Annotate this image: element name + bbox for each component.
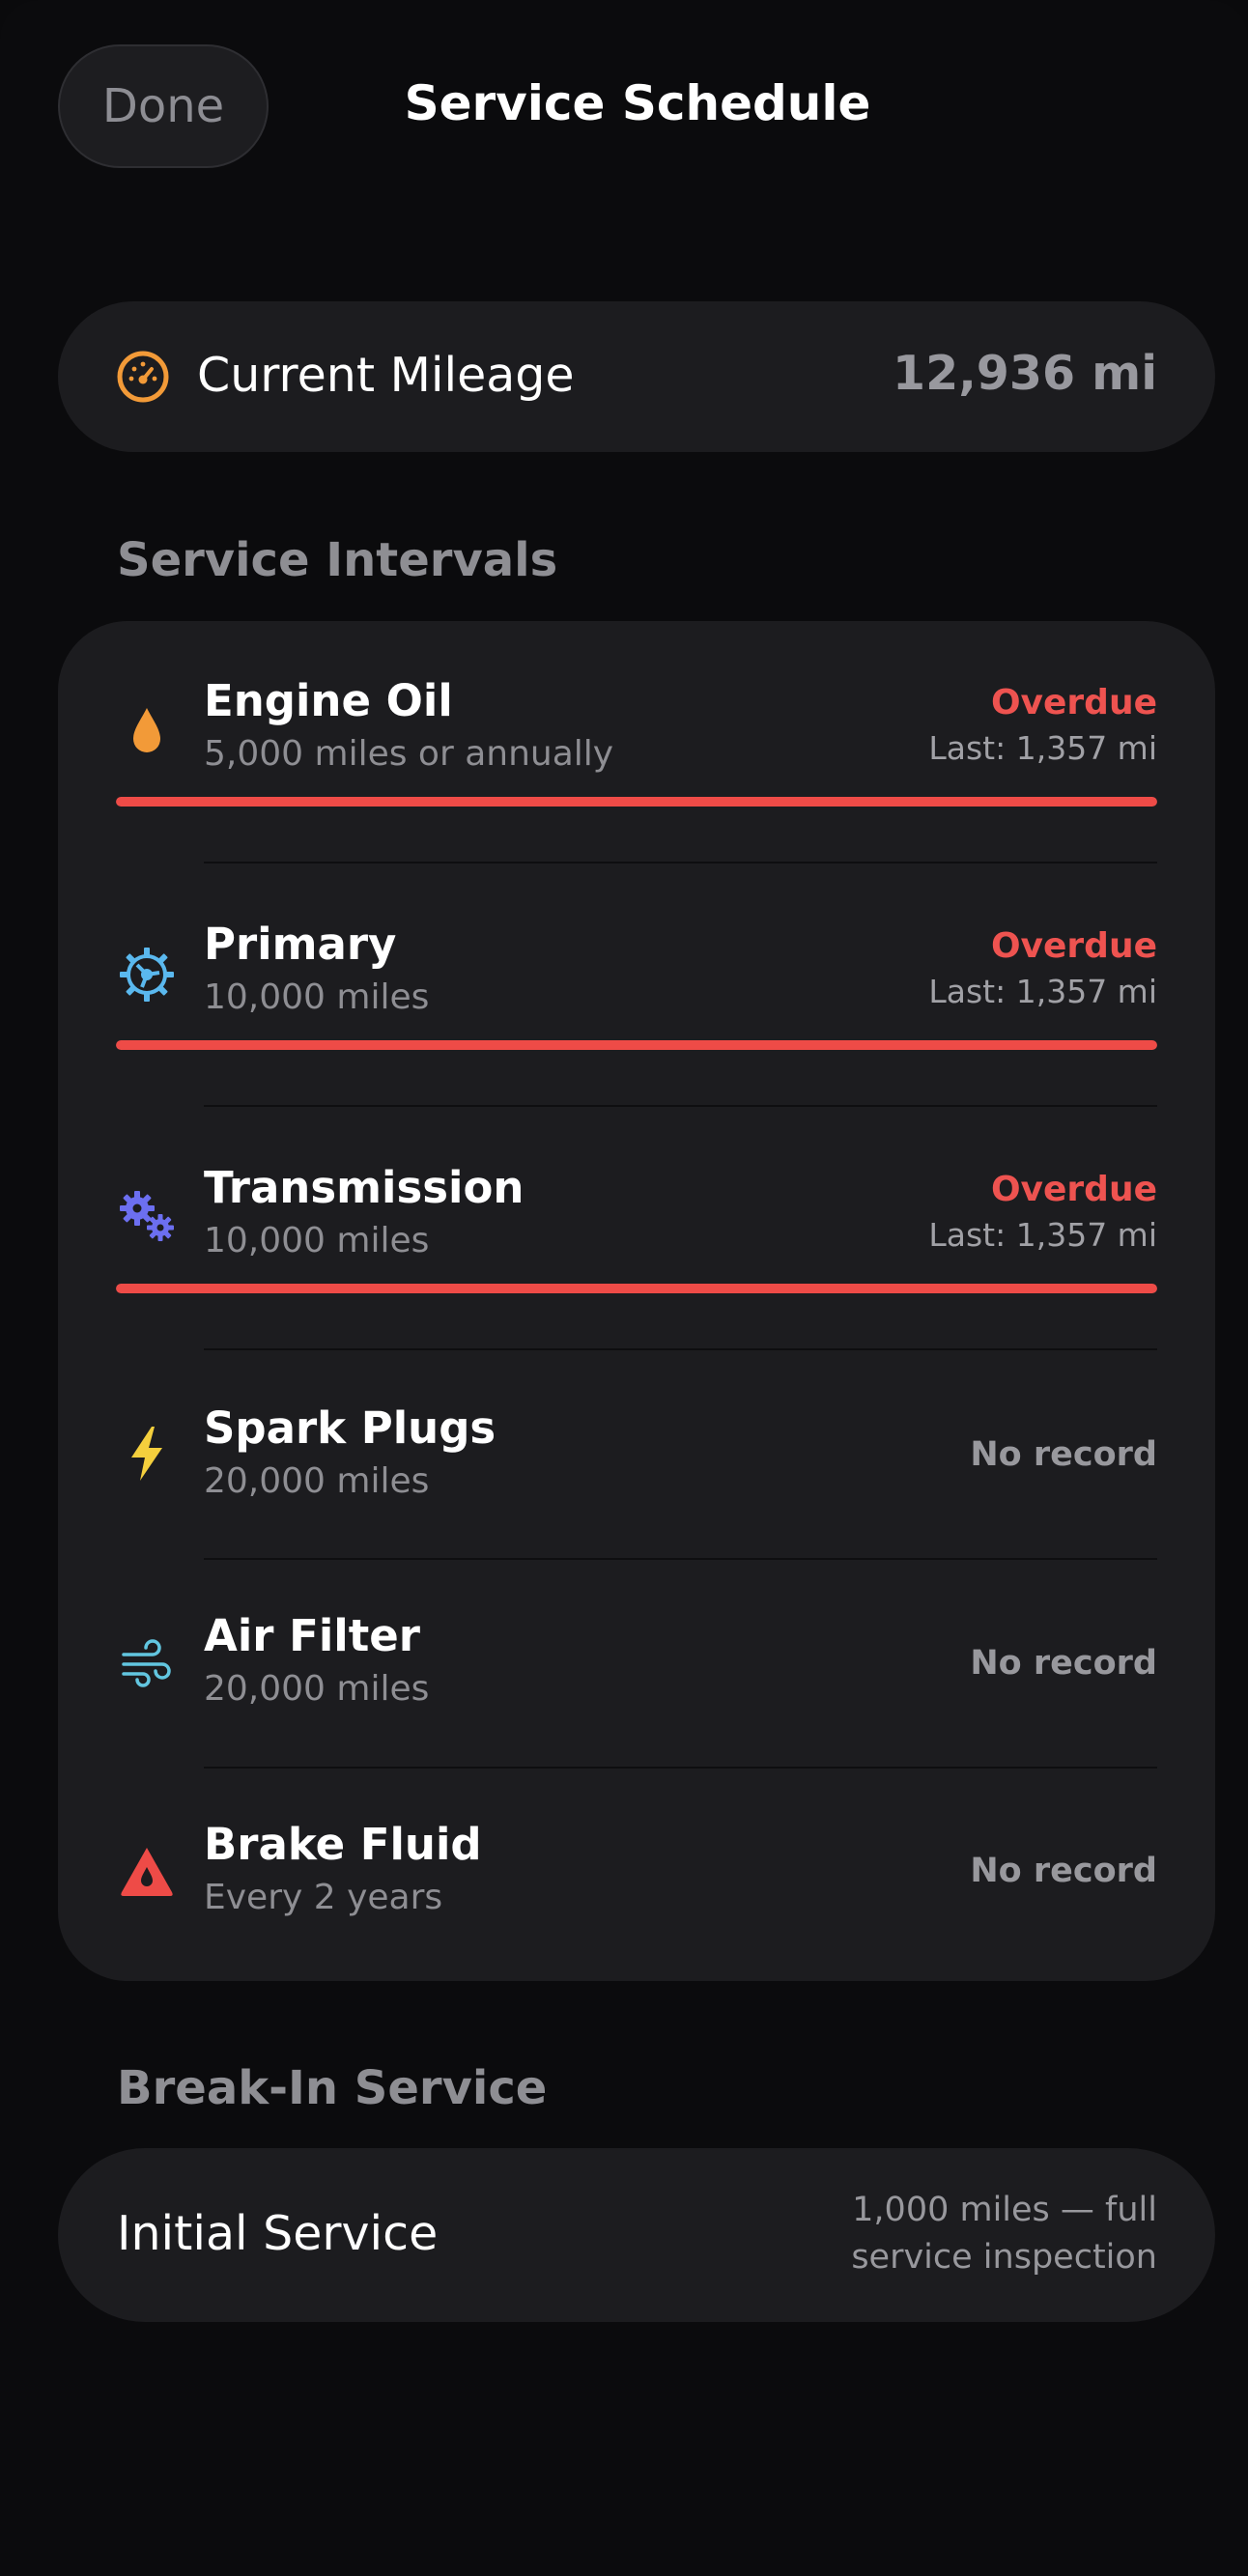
oil-drop-icon <box>116 700 178 762</box>
sprocket-icon <box>116 944 178 1005</box>
service-row-air-filter[interactable]: Air Filter 20,000 miles No record <box>58 1560 1215 1769</box>
lightning-bolt-icon <box>116 1423 178 1485</box>
service-progress-bar <box>116 797 1157 807</box>
last-service-mileage: Last: 1,357 mi <box>928 1216 1157 1254</box>
service-title: Brake Fluid <box>204 1819 482 1870</box>
initial-service-detail: 1,000 miles — full service inspection <box>851 2191 1157 2277</box>
current-mileage-label: Current Mileage <box>197 348 575 403</box>
current-mileage-value: 12,936 mi <box>893 346 1157 401</box>
service-progress-fill <box>116 1284 1157 1293</box>
page-title: Service Schedule <box>404 75 871 131</box>
status-badge: Overdue <box>990 683 1157 722</box>
service-title: Spark Plugs <box>204 1402 496 1454</box>
initial-service-label: Initial Service <box>117 2206 439 2261</box>
service-progress-fill <box>116 1040 1157 1050</box>
service-interval: 5,000 miles or annually <box>204 734 614 774</box>
service-row-engine-oil[interactable]: Engine Oil 5,000 miles or annually Overd… <box>58 621 1215 864</box>
service-intervals-card: Engine Oil 5,000 miles or annually Overd… <box>58 621 1215 1981</box>
status-badge: Overdue <box>990 926 1157 966</box>
service-title: Primary <box>204 919 397 970</box>
service-schedule-sheet: Done Service Schedule Current Mileage 12… <box>0 0 1248 2576</box>
wind-icon <box>116 1633 178 1695</box>
gauge-icon <box>116 350 170 404</box>
service-interval: Every 2 years <box>204 1878 443 1917</box>
status-badge: No record <box>970 1852 1157 1890</box>
service-title: Air Filter <box>204 1610 420 1661</box>
current-mileage-card: Current Mileage 12,936 mi <box>58 301 1215 452</box>
row-divider <box>204 862 1157 863</box>
initial-service-card[interactable]: Initial Service 1,000 miles — full servi… <box>58 2148 1215 2322</box>
status-badge: Overdue <box>990 1170 1157 1209</box>
service-interval: 20,000 miles <box>204 1669 430 1709</box>
gears-icon <box>116 1185 178 1247</box>
service-progress-bar <box>116 1040 1157 1050</box>
status-badge: No record <box>970 1435 1157 1474</box>
brake-warning-icon <box>116 1840 178 1902</box>
last-service-mileage: Last: 1,357 mi <box>928 729 1157 767</box>
row-divider <box>204 1105 1157 1107</box>
last-service-mileage: Last: 1,357 mi <box>928 973 1157 1010</box>
break-in-service-header: Break-In Service <box>117 2061 548 2115</box>
service-row-spark-plugs[interactable]: Spark Plugs 20,000 miles No record <box>58 1351 1215 1560</box>
service-interval: 10,000 miles <box>204 1221 430 1260</box>
status-badge: No record <box>970 1644 1157 1683</box>
service-title: Engine Oil <box>204 675 453 726</box>
service-row-brake-fluid[interactable]: Brake Fluid Every 2 years No record <box>58 1769 1215 1981</box>
service-interval: 20,000 miles <box>204 1461 430 1501</box>
service-title: Transmission <box>204 1162 525 1213</box>
row-divider <box>204 1348 1157 1350</box>
service-progress-bar <box>116 1284 1157 1293</box>
service-intervals-header: Service Intervals <box>117 533 558 587</box>
service-progress-fill <box>116 797 1157 807</box>
service-row-transmission[interactable]: Transmission 10,000 miles Overdue Last: … <box>58 1108 1215 1351</box>
service-interval: 10,000 miles <box>204 977 430 1017</box>
service-row-primary[interactable]: Primary 10,000 miles Overdue Last: 1,357… <box>58 864 1215 1108</box>
